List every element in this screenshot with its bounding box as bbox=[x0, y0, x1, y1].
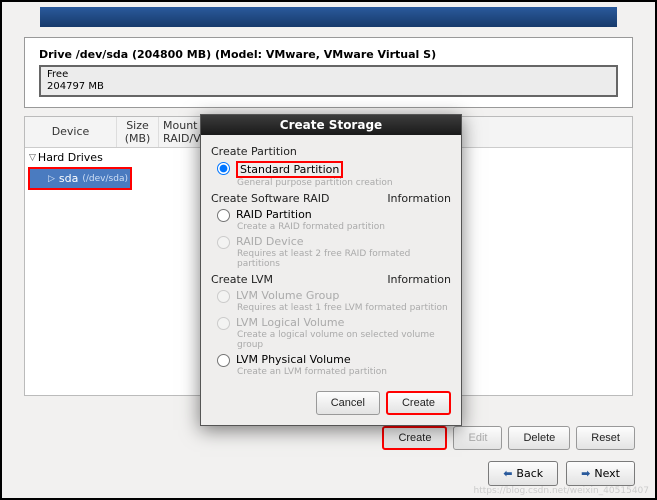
desc-raid-dev: Requires at least 2 free RAID formated p… bbox=[237, 249, 451, 269]
arrow-left-icon: ⬅ bbox=[503, 467, 512, 480]
nav-buttons: ⬅ Back ➡ Next bbox=[488, 461, 635, 486]
drive-free-label: Free bbox=[47, 69, 610, 81]
dialog-title: Create Storage bbox=[201, 115, 461, 135]
next-label: Next bbox=[594, 467, 620, 480]
sda-name: sda bbox=[59, 172, 78, 185]
section-lvm: Create LVM Information bbox=[211, 273, 451, 286]
radio-raid-dev bbox=[217, 236, 230, 249]
drive-free-size: 204797 MB bbox=[47, 81, 610, 93]
reset-button[interactable]: Reset bbox=[576, 426, 635, 450]
dialog-buttons: Cancel Create bbox=[201, 385, 461, 425]
desc-raid-part: Create a RAID formated partition bbox=[237, 222, 451, 232]
expand-icon[interactable]: ▷ bbox=[48, 174, 55, 184]
opt-raid-partition[interactable]: RAID Partition bbox=[217, 208, 451, 222]
back-label: Back bbox=[516, 467, 543, 480]
drive-title: Drive /dev/sda (204800 MB) (Model: VMwar… bbox=[39, 48, 618, 61]
expand-icon[interactable]: ▽ bbox=[29, 153, 36, 163]
row-sda[interactable]: ▷ sda (/dev/sda) bbox=[28, 167, 132, 190]
opt-raid-device: RAID Device bbox=[217, 235, 451, 249]
radio-lvm-vg bbox=[217, 290, 230, 303]
watermark: https://blog.csdn.net/weixin_40515407 bbox=[473, 486, 649, 496]
create-button[interactable]: Create bbox=[382, 426, 447, 450]
edit-button: Edit bbox=[453, 426, 502, 450]
header-bar bbox=[40, 7, 617, 27]
col-size[interactable]: Size (MB) bbox=[117, 117, 159, 147]
radio-lvm-pv[interactable] bbox=[217, 354, 230, 367]
desc-standard: General purpose partition creation bbox=[237, 178, 451, 188]
hard-drives-label: Hard Drives bbox=[38, 151, 103, 164]
desc-lvm-lv: Create a logical volume on selected volu… bbox=[237, 330, 451, 350]
radio-raid-part[interactable] bbox=[217, 209, 230, 222]
desc-lvm-vg: Requires at least 1 free LVM formated pa… bbox=[237, 303, 451, 313]
delete-button[interactable]: Delete bbox=[508, 426, 570, 450]
section-raid: Create Software RAID Information bbox=[211, 192, 451, 205]
drive-free-box: Free 204797 MB bbox=[39, 65, 618, 97]
desc-lvm-pv: Create an LVM formated partition bbox=[237, 367, 451, 377]
dialog-create-button[interactable]: Create bbox=[386, 391, 451, 415]
info-link-lvm[interactable]: Information bbox=[387, 273, 451, 286]
create-storage-dialog: Create Storage Create Partition Standard… bbox=[200, 114, 462, 426]
opt-standard-partition[interactable]: Standard Partition bbox=[217, 161, 451, 178]
opt-lvm-lv: LVM Logical Volume bbox=[217, 316, 451, 330]
action-buttons: Create Edit Delete Reset bbox=[382, 426, 635, 450]
section-partition: Create Partition bbox=[211, 145, 451, 158]
info-link-raid[interactable]: Information bbox=[387, 192, 451, 205]
drive-panel: Drive /dev/sda (204800 MB) (Model: VMwar… bbox=[24, 37, 633, 108]
back-button[interactable]: ⬅ Back bbox=[488, 461, 558, 486]
radio-lvm-lv bbox=[217, 317, 230, 330]
opt-lvm-vg: LVM Volume Group bbox=[217, 289, 451, 303]
opt-lvm-pv[interactable]: LVM Physical Volume bbox=[217, 353, 451, 367]
arrow-right-icon: ➡ bbox=[581, 467, 590, 480]
sda-path: (/dev/sda) bbox=[82, 174, 128, 184]
window: Drive /dev/sda (204800 MB) (Model: VMwar… bbox=[0, 0, 657, 500]
dialog-body: Create Partition Standard Partition Gene… bbox=[201, 135, 461, 385]
col-device[interactable]: Device bbox=[25, 117, 117, 147]
dialog-cancel-button[interactable]: Cancel bbox=[316, 391, 380, 415]
radio-standard[interactable] bbox=[217, 162, 230, 175]
next-button[interactable]: ➡ Next bbox=[566, 461, 635, 486]
